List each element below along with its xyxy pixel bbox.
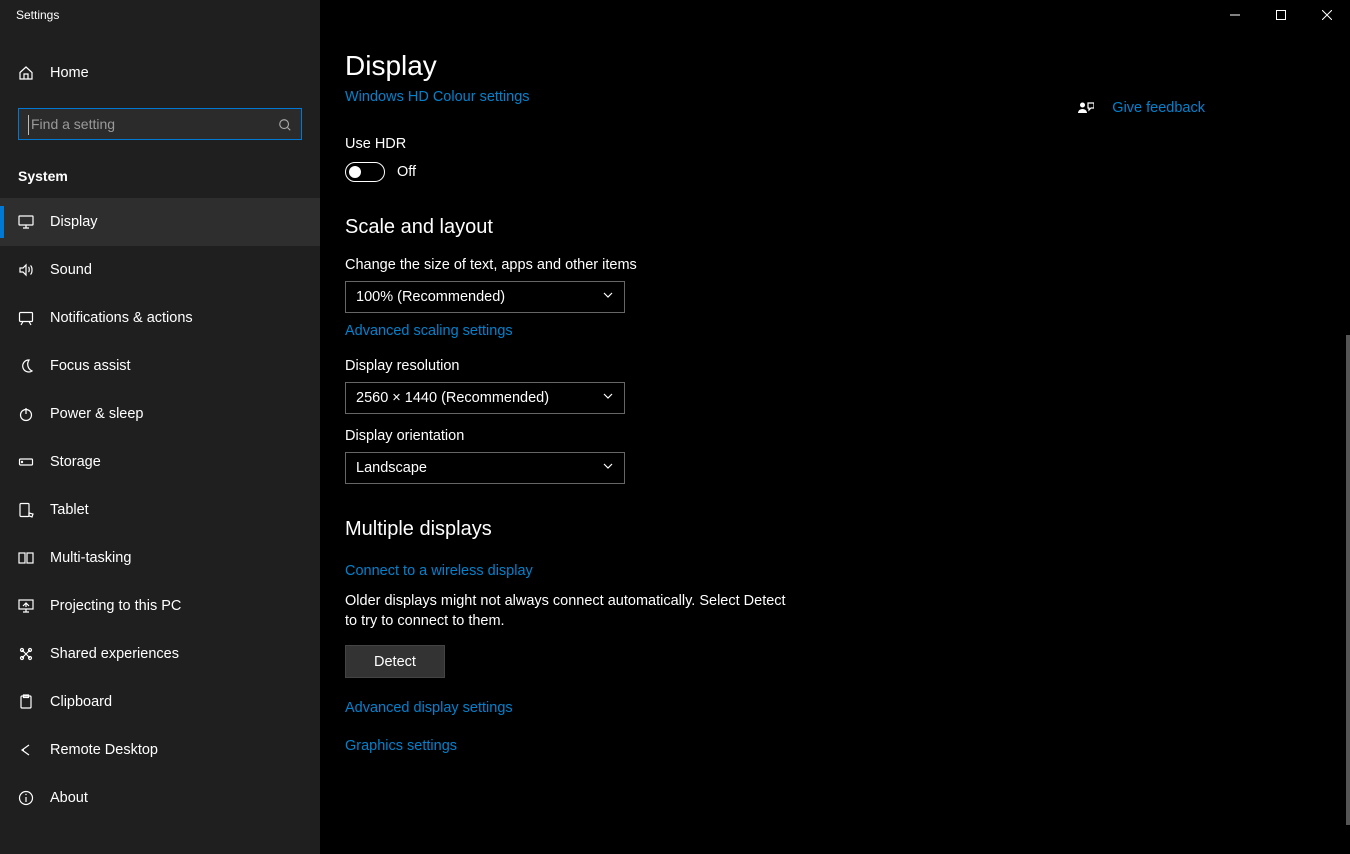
- window-controls: [1212, 0, 1350, 30]
- sidebar-item-label: Notifications & actions: [50, 310, 193, 326]
- orientation-value: Landscape: [356, 460, 427, 476]
- sidebar-item-clipboard[interactable]: Clipboard: [0, 678, 320, 726]
- sidebar-item-remote-desktop[interactable]: Remote Desktop: [0, 726, 320, 774]
- close-button[interactable]: [1304, 0, 1350, 30]
- sidebar-item-label: Shared experiences: [50, 646, 179, 662]
- sidebar-item-label: Sound: [50, 262, 92, 278]
- sidebar-item-notifications[interactable]: Notifications & actions: [0, 294, 320, 342]
- sidebar-item-label: Projecting to this PC: [50, 598, 181, 614]
- use-hdr-toggle[interactable]: [345, 162, 385, 182]
- sidebar-category: System: [0, 140, 320, 198]
- sidebar-item-label: Multi-tasking: [50, 550, 131, 566]
- sidebar-item-label: About: [50, 790, 88, 806]
- sidebar-item-focus-assist[interactable]: Focus assist: [0, 342, 320, 390]
- sidebar-item-label: Display: [50, 214, 98, 230]
- orientation-label: Display orientation: [345, 428, 1310, 444]
- orientation-dropdown[interactable]: Landscape: [345, 452, 625, 484]
- sidebar-item-storage[interactable]: Storage: [0, 438, 320, 486]
- use-hdr-state: Off: [397, 164, 416, 180]
- hd-colour-link[interactable]: Windows HD Colour settings: [345, 89, 530, 105]
- sidebar-home-label: Home: [50, 65, 89, 81]
- shared-exp-icon: [18, 646, 34, 662]
- give-feedback-label: Give feedback: [1112, 100, 1205, 116]
- projecting-icon: [18, 598, 34, 614]
- sidebar-item-label: Tablet: [50, 502, 89, 518]
- sidebar-item-label: Remote Desktop: [50, 742, 158, 758]
- power-sleep-icon: [18, 406, 34, 422]
- tablet-icon: [18, 502, 34, 518]
- sidebar-home[interactable]: Home: [0, 50, 320, 96]
- sidebar-item-projecting[interactable]: Projecting to this PC: [0, 582, 320, 630]
- resolution-label: Display resolution: [345, 358, 1310, 374]
- display-icon: [18, 214, 34, 230]
- scale-value: 100% (Recommended): [356, 289, 505, 305]
- scrollbar[interactable]: [1346, 335, 1350, 825]
- multitasking-icon: [18, 550, 34, 566]
- sidebar-item-label: Focus assist: [50, 358, 131, 374]
- window-title: Settings: [0, 0, 320, 30]
- chevron-down-icon: [602, 288, 614, 306]
- advanced-display-link[interactable]: Advanced display settings: [345, 700, 1310, 716]
- storage-icon: [18, 454, 34, 470]
- maximize-button[interactable]: [1258, 0, 1304, 30]
- sidebar-item-about[interactable]: About: [0, 774, 320, 822]
- about-icon: [18, 790, 34, 806]
- sidebar-item-tablet[interactable]: Tablet: [0, 486, 320, 534]
- detect-description: Older displays might not always connect …: [345, 592, 795, 631]
- resolution-dropdown[interactable]: 2560 × 1440 (Recommended): [345, 382, 625, 414]
- sidebar-item-label: Storage: [50, 454, 101, 470]
- search-input[interactable]: [18, 108, 302, 140]
- remote-desktop-icon: [18, 742, 34, 758]
- scale-dropdown[interactable]: 100% (Recommended): [345, 281, 625, 313]
- sidebar-item-shared-exp[interactable]: Shared experiences: [0, 630, 320, 678]
- scale-layout-heading: Scale and layout: [345, 216, 1310, 239]
- feedback-icon: [1078, 100, 1094, 116]
- chevron-down-icon: [602, 459, 614, 477]
- sidebar-item-sound[interactable]: Sound: [0, 246, 320, 294]
- sidebar-item-label: Clipboard: [50, 694, 112, 710]
- main-content: Display Windows HD Colour settings Use H…: [320, 0, 1350, 854]
- multiple-displays-heading: Multiple displays: [345, 518, 1310, 541]
- graphics-settings-link[interactable]: Graphics settings: [345, 738, 1310, 754]
- chevron-down-icon: [602, 389, 614, 407]
- sidebar-item-power-sleep[interactable]: Power & sleep: [0, 390, 320, 438]
- sidebar-item-label: Power & sleep: [50, 406, 144, 422]
- home-icon: [18, 65, 34, 81]
- sidebar-item-display[interactable]: Display: [0, 198, 320, 246]
- text-caret: [28, 115, 29, 135]
- use-hdr-label: Use HDR: [345, 136, 1310, 152]
- sound-icon: [18, 262, 34, 278]
- wireless-display-link[interactable]: Connect to a wireless display: [345, 563, 533, 579]
- scale-label: Change the size of text, apps and other …: [345, 257, 1310, 273]
- sidebar-item-multitasking[interactable]: Multi-tasking: [0, 534, 320, 582]
- focus-assist-icon: [18, 358, 34, 374]
- advanced-scaling-link[interactable]: Advanced scaling settings: [345, 323, 513, 339]
- search-icon: [277, 117, 293, 133]
- notifications-icon: [18, 310, 34, 326]
- detect-button[interactable]: Detect: [345, 645, 445, 678]
- minimize-button[interactable]: [1212, 0, 1258, 30]
- give-feedback[interactable]: Give feedback: [1078, 100, 1205, 116]
- clipboard-icon: [18, 694, 34, 710]
- sidebar: Settings Home System Display Sound Notific…: [0, 0, 320, 854]
- sidebar-nav: Display Sound Notifications & actions Focus…: [0, 198, 320, 822]
- resolution-value: 2560 × 1440 (Recommended): [356, 390, 549, 406]
- page-title: Display: [345, 50, 1310, 82]
